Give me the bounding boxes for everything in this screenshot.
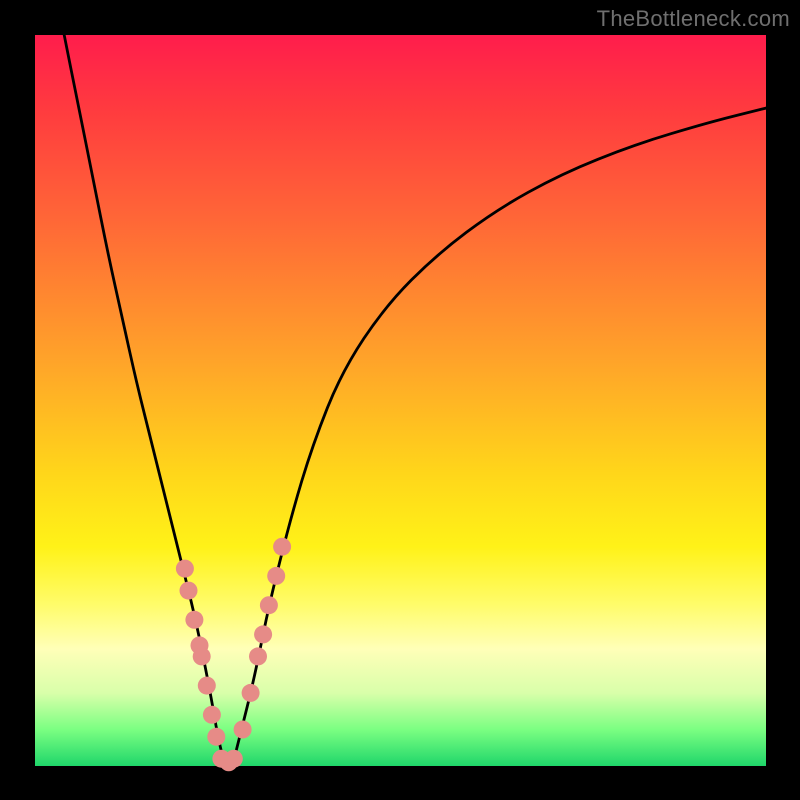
- marker-dot: [193, 647, 211, 665]
- marker-dot: [254, 625, 272, 643]
- marker-dot: [242, 684, 260, 702]
- bottleneck-curve: [64, 35, 766, 766]
- marker-dot: [185, 611, 203, 629]
- marker-dot: [273, 538, 291, 556]
- marker-dot: [203, 706, 221, 724]
- marker-dot: [249, 647, 267, 665]
- chart-frame: TheBottleneck.com: [0, 0, 800, 800]
- marker-dot: [176, 560, 194, 578]
- marker-dot: [267, 567, 285, 585]
- marker-dot: [260, 596, 278, 614]
- marker-dot: [234, 721, 252, 739]
- curve-svg: [35, 35, 766, 766]
- marker-dot: [198, 677, 216, 695]
- plot-area: [35, 35, 766, 766]
- marker-dot: [225, 750, 243, 768]
- watermark-text: TheBottleneck.com: [597, 6, 790, 32]
- marker-dots: [176, 538, 291, 772]
- marker-dot: [207, 728, 225, 746]
- marker-dot: [180, 582, 198, 600]
